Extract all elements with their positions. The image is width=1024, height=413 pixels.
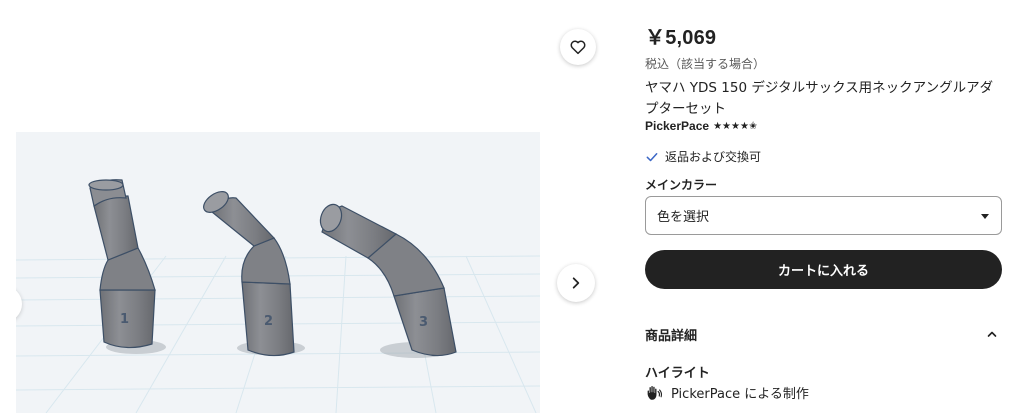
returns-text: 返品および交換可 [665,150,762,164]
item-details-toggle[interactable]: 商品詳細 [645,322,1002,346]
product-title: ヤマハ YDS 150 デジタルサックス用ネックアングルアダプターセット [645,80,994,117]
hand-icon [647,385,663,400]
favorite-button[interactable] [560,29,596,65]
product-price: ￥5,069 [645,27,717,49]
part-label-3: 3 [419,315,428,330]
rating-stars[interactable]: ★★★★✬ [713,121,757,132]
product-photo-scene: 1 2 3 [16,20,540,413]
maker-highlight: PickerPace による制作 [645,383,809,402]
shop-row: PickerPace ★★★★✬ [645,119,757,133]
returns-info: 返品および交換可 [645,148,761,165]
item-details-title: 商品詳細 [645,328,698,344]
part-label-2: 2 [264,314,273,329]
chevron-right-icon [572,277,580,289]
product-image[interactable]: 1 2 3 [16,20,540,413]
color-select-value: 色を選択 [657,210,710,225]
caret-down-icon [981,214,989,219]
variant-label: メインカラー [645,178,718,192]
tax-note: 税込（該当する場合） [645,57,766,71]
heart-icon [570,40,586,55]
check-icon [646,152,658,161]
next-image-button[interactable] [557,264,595,302]
maker-text: PickerPace による制作 [671,387,809,402]
part-label-1: 1 [120,312,129,327]
color-select[interactable]: 色を選択 [645,196,1002,235]
chevron-up-icon [987,331,997,337]
add-to-cart-button[interactable]: カートに入れる [645,250,1002,289]
highlights-title: ハイライト [645,366,710,381]
shop-name-link[interactable]: PickerPace [645,119,709,133]
